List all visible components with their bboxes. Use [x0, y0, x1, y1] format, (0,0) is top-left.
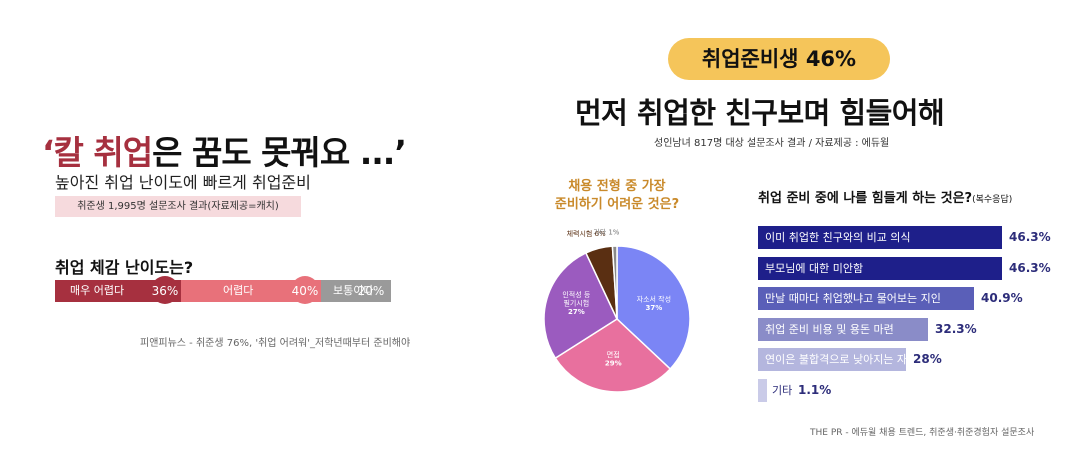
hardship-bar-value: 46.3% [1009, 260, 1051, 275]
hardship-bar-label: 부모님에 대한 미안함 [765, 261, 864, 275]
hardship-bar-label: 취업 준비 비용 및 용돈 마련 [765, 322, 894, 336]
headline-badge: 취업준비생 46% [668, 38, 890, 80]
pie-question-line2: 준비하기 어려운 것은? [554, 197, 680, 212]
hardship-bar-value: 1.1% [798, 382, 832, 397]
hardship-bar-label: 이미 취업한 친구와의 비교 의식 [765, 231, 911, 244]
pie-label-line: 필기시험 [563, 299, 589, 308]
bar-question: 취업 준비 중에 나를 힘들게 하는 것은?(복수응답) [758, 187, 1012, 206]
pie-chart: 자소서 작성 37%면접 29%인적성 등 필기시험 27%체력시험 6%기타 1% [543, 228, 691, 393]
hardship-bar [758, 378, 767, 402]
pie-label-line: 37% [645, 304, 662, 312]
pie-question: 채용 전형 중 가장 준비하기 어려운 것은? [547, 178, 687, 214]
right-headline: 먼저 취업한 친구보며 힘들어해 [575, 96, 945, 130]
left-title: ‘칼 취업은 꿈도 못꿔요 ...’ [42, 126, 407, 174]
right-source: THE PR - 에듀윌 채용 트렌드, 취준생·취준경험자 설문조사 [810, 428, 1035, 438]
difficulty-value-label: 20% [357, 284, 385, 298]
pie-label: 면접 29% [605, 350, 622, 368]
difficulty-value-label: 40% [291, 284, 319, 298]
pie-label-line: 인적성 등 [562, 290, 591, 299]
hardship-bar-value: 28% [913, 352, 942, 366]
hardship-bar-value: 46.3% [1009, 230, 1051, 244]
left-survey-note: 취준생 1,995명 설문조사 결과(자료제공=캐치) [55, 196, 301, 217]
difficulty-segment-label: 어렵다 [223, 284, 254, 297]
pie-label-line: 자소서 작성 [637, 294, 671, 303]
pie-label-line: 29% [605, 360, 622, 368]
bar-question-note: (복수응답) [972, 195, 1013, 205]
hardship-bar-value: 32.3% [935, 321, 977, 336]
pie-label: 기타 1% [593, 228, 620, 237]
difficulty-segment-label: 매우 어렵다 [70, 284, 125, 297]
difficulty-value-label: 36% [151, 284, 179, 298]
hardship-bar-label: 기타 [772, 383, 793, 397]
difficulty-question: 취업 체감 난이도는? [55, 258, 194, 277]
left-title-rest: 은 꿈도 못꿔요 ...’ [152, 133, 407, 172]
hardship-bar-value: 40.9% [981, 291, 1023, 305]
left-source: 피앤피뉴스 - 취준생 76%, '취업 어려워'_저학년때부터 준비해야 [140, 338, 411, 349]
left-title-accent: ‘칼 취업 [42, 133, 153, 172]
hardship-bar-label: 연이은 불합격으로 낮아지는 자신감 [765, 353, 928, 366]
hardship-bar-label: 만날 때마다 취업했냐고 물어보는 지인 [765, 292, 941, 305]
bar-question-text: 취업 준비 중에 나를 힘들게 하는 것은? [758, 191, 973, 206]
pie-label-line: 면접 [607, 350, 620, 359]
difficulty-stacked-bar: 매우 어렵다 36% 어렵다 40% 보통이다 20% [55, 276, 392, 304]
left-subtitle: 높아진 취업 난이도에 빠르게 취업준비 [55, 173, 311, 192]
pie-label-line: 27% [568, 308, 585, 316]
pie-question-line1: 채용 전형 중 가장 [568, 179, 666, 194]
pie-label-line: 기타 1% [593, 228, 620, 237]
right-subtitle: 성인남녀 817명 대상 설문조사 결과 / 자료제공 : 에듀윌 [654, 138, 890, 149]
